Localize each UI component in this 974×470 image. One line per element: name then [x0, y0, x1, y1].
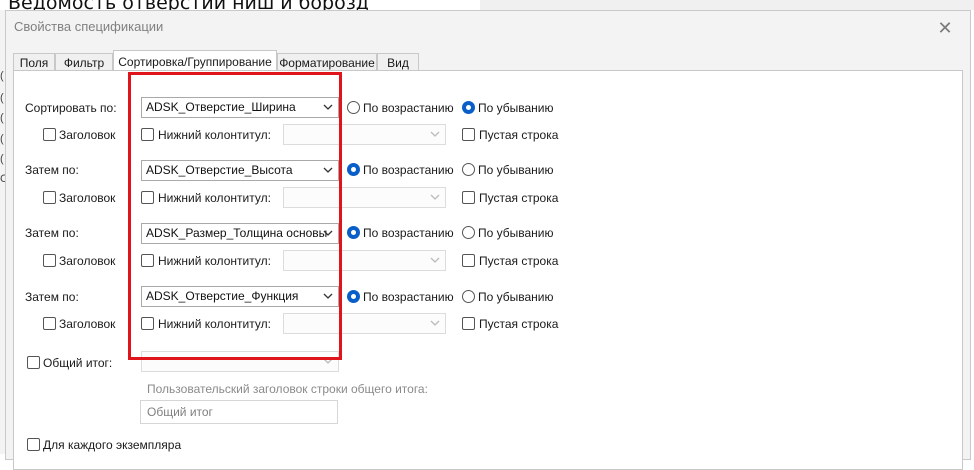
sort-desc-label: По убыванию — [478, 101, 554, 115]
background-fragment: ( — [0, 112, 4, 124]
grand-total-checkbox[interactable] — [27, 356, 40, 369]
blank-line-label: Пустая строка — [479, 317, 559, 331]
each-instance-label: Для каждого экземпляра — [43, 438, 182, 452]
sort-desc-label: По убыванию — [478, 226, 554, 240]
sort-desc-radio-3[interactable] — [462, 226, 475, 239]
blank-line-checkbox-3[interactable] — [462, 254, 475, 267]
background-fragment: ( — [0, 70, 4, 82]
dialog-title: Свойства спецификации — [14, 19, 164, 34]
sort-desc-label: По убыванию — [478, 163, 554, 177]
sort-asc-label: По возрастанию — [363, 290, 454, 304]
header-checkbox-4[interactable] — [43, 317, 56, 330]
blank-line-label: Пустая строка — [479, 128, 559, 142]
then-by-label: Затем по: — [25, 226, 79, 240]
sort-asc-label: По возрастанию — [363, 101, 454, 115]
sort-asc-label: По возрастанию — [363, 163, 454, 177]
blank-line-label: Пустая строка — [479, 191, 559, 205]
chevron-down-icon — [430, 194, 440, 200]
sort-asc-label: По возрастанию — [363, 226, 454, 240]
sort-asc-radio-3[interactable] — [347, 226, 360, 239]
tab-filter[interactable]: Фильтр — [55, 53, 113, 71]
highlight-frame — [128, 72, 342, 360]
header-checkbox-3[interactable] — [43, 254, 56, 267]
sort-desc-radio-4[interactable] — [462, 290, 475, 303]
chevron-down-icon — [430, 131, 440, 137]
tab-formatting[interactable]: Форматирование — [277, 53, 377, 71]
header-checkbox-label: Заголовок — [59, 317, 116, 331]
chevron-down-icon — [430, 257, 440, 263]
header-checkbox-label: Заголовок — [59, 128, 116, 142]
header-checkbox-1[interactable] — [43, 128, 56, 141]
sort-by-label: Сортировать по: — [25, 101, 117, 115]
tab-sorting-grouping[interactable]: Сортировка/Группирование — [113, 50, 277, 72]
background-fragment: ( — [0, 92, 4, 104]
header-checkbox-2[interactable] — [43, 191, 56, 204]
tab-view[interactable]: Вид — [377, 53, 419, 71]
sort-desc-radio-2[interactable] — [462, 163, 475, 176]
sort-asc-radio-2[interactable] — [347, 163, 360, 176]
grand-total-label: Общий итог: — [43, 356, 113, 370]
each-instance-checkbox[interactable] — [27, 438, 40, 451]
sort-asc-radio-1[interactable] — [347, 101, 360, 114]
sort-desc-label: По убыванию — [478, 290, 554, 304]
background-fragment: ( — [0, 133, 4, 145]
custom-total-header-label: Пользовательский заголовок строки общего… — [147, 382, 428, 396]
then-by-label: Затем по: — [25, 163, 79, 177]
close-icon[interactable]: ✕ — [934, 17, 956, 39]
then-by-label: Затем по: — [25, 290, 79, 304]
background-fragment: ( — [0, 153, 4, 165]
background-panel — [480, 0, 974, 10]
sort-asc-radio-4[interactable] — [347, 290, 360, 303]
header-checkbox-label: Заголовок — [59, 254, 116, 268]
custom-total-header-input[interactable]: Общий итог — [140, 400, 338, 424]
blank-line-checkbox-2[interactable] — [462, 191, 475, 204]
tab-fields[interactable]: Поля — [13, 53, 55, 71]
chevron-down-icon — [430, 320, 440, 326]
dialog-titlebar: Свойства спецификации ✕ — [6, 11, 970, 43]
header-checkbox-label: Заголовок — [59, 191, 116, 205]
blank-line-checkbox-1[interactable] — [462, 128, 475, 141]
sort-desc-radio-1[interactable] — [462, 101, 475, 114]
blank-line-checkbox-4[interactable] — [462, 317, 475, 330]
blank-line-label: Пустая строка — [479, 254, 559, 268]
